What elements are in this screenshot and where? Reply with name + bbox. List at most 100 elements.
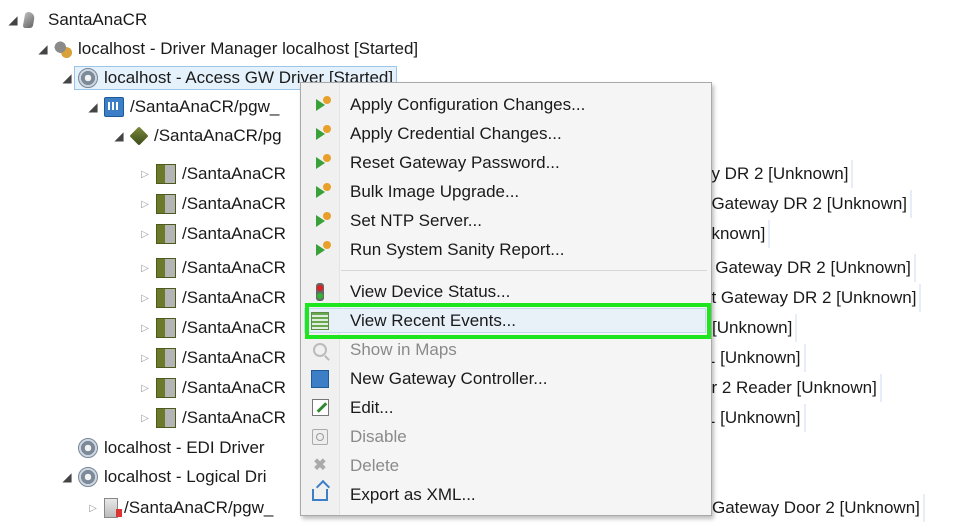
tree-node-label: /SantaAnaCR <box>182 348 286 367</box>
tree-node-label-tail: Gateway Door 2 [Unknown] <box>712 494 925 522</box>
annotation-highlight-box <box>305 303 711 339</box>
tree-node-reader[interactable]: ▷ /SantaAnaCR <box>138 160 286 188</box>
tree-node-label: SantaAnaCR <box>48 10 148 29</box>
context-menu: Apply Configuration Changes... Apply Cre… <box>300 82 712 516</box>
tree-node-logical-driver[interactable]: ◢ localhost - Logical Dri <box>60 463 267 491</box>
tree-node-label-tail: ut Gateway DR 2 [Unknown] <box>702 284 922 312</box>
reader-icon <box>156 258 176 278</box>
tree-node-label: /SantaAnaCR <box>182 318 286 337</box>
collapsed-arrow-icon[interactable]: ▷ <box>138 383 152 394</box>
tree-node-label: /SantaAnaCR <box>182 164 286 183</box>
collapsed-arrow-icon[interactable]: ▷ <box>138 229 152 240</box>
gear-driver-icon <box>78 467 98 487</box>
menu-item-label: Apply Credential Changes... <box>350 123 562 143</box>
tree-node-reader[interactable]: ▷ /SantaAnaCR <box>138 404 286 432</box>
collapsed-arrow-icon[interactable]: ▷ <box>138 323 152 334</box>
expanded-arrow-icon[interactable]: ◢ <box>36 42 50 56</box>
menu-item-label: Edit... <box>350 397 394 417</box>
door-icon <box>104 498 122 518</box>
driver-manager-icon <box>54 40 72 58</box>
tree-node-edi-driver[interactable]: localhost - EDI Driver <box>78 434 265 462</box>
expanded-arrow-icon[interactable]: ◢ <box>112 129 126 143</box>
tree-node-label-tail: [Unknown] <box>712 314 798 342</box>
gear-driver-icon <box>78 68 98 88</box>
apply-icon <box>315 211 331 227</box>
apply-icon <box>315 95 331 111</box>
gateway-icon <box>129 126 149 146</box>
magnifier-icon <box>313 342 327 357</box>
tree-node-label: /SantaAnaCR <box>182 194 286 213</box>
tree-node-reader[interactable]: ▷ /SantaAnaCR <box>138 190 286 218</box>
menu-item-new-gateway-controller[interactable]: New Gateway Controller... <box>301 365 709 392</box>
menu-item-label: Show in Maps <box>350 339 457 359</box>
tree-node-label: /SantaAnaCR/pgw_ <box>124 498 274 517</box>
tree-node-label: /SantaAnaCR/pg <box>154 126 282 145</box>
export-icon <box>312 488 328 501</box>
tree-node-reader[interactable]: ▷ /SantaAnaCR <box>138 374 286 402</box>
reader-icon <box>156 288 176 308</box>
gear-driver-icon <box>78 438 98 458</box>
collapsed-arrow-icon[interactable]: ▷ <box>138 293 152 304</box>
apply-icon <box>315 153 331 169</box>
tree-node-label: localhost - Driver Manager localhost [St… <box>78 39 419 58</box>
menu-item-apply-configuration[interactable]: Apply Configuration Changes... <box>301 91 709 118</box>
controller-icon <box>311 369 329 388</box>
delete-icon: ✖ <box>313 456 327 474</box>
apply-icon <box>315 182 331 198</box>
menu-item-label: View Device Status... <box>350 281 511 301</box>
tree-node-label: /SantaAnaCR <box>182 378 286 397</box>
tree-node-reader[interactable]: ▷ /SantaAnaCR <box>138 284 286 312</box>
tree-node-label: /SantaAnaCR <box>182 258 286 277</box>
menu-item-label: Set NTP Server... <box>350 210 482 230</box>
collapsed-arrow-icon[interactable]: ▷ <box>138 413 152 424</box>
menu-item-apply-credential[interactable]: Apply Credential Changes... <box>301 120 709 147</box>
tree-node-door[interactable]: ▷ /SantaAnaCR/pgw_ <box>86 494 273 522</box>
tree-node-label-tail: or 2 Reader [Unknown] <box>702 374 882 402</box>
menu-item-edit[interactable]: Edit... <box>301 394 709 421</box>
collapsed-arrow-icon[interactable]: ▷ <box>138 353 152 364</box>
reader-icon <box>156 224 176 244</box>
tree-node-label: /SantaAnaCR/pgw_ <box>130 97 280 116</box>
tree-node-controller[interactable]: ◢ /SantaAnaCR/pgw_ <box>86 93 279 121</box>
tree-node-label-tail: ay DR 2 [Unknown] <box>702 160 854 188</box>
menu-item-label: New Gateway Controller... <box>350 368 548 388</box>
tree-node-label: /SantaAnaCR <box>182 288 286 307</box>
tree-node-root[interactable]: ◢ SantaAnaCR <box>6 6 147 34</box>
reader-icon <box>156 164 176 184</box>
tree-node-label: /SantaAnaCR <box>182 408 286 427</box>
menu-item-label: Delete <box>350 455 400 475</box>
menu-item-run-sanity-report[interactable]: Run System Sanity Report... <box>301 236 709 263</box>
collapsed-arrow-icon[interactable]: ▷ <box>138 263 152 274</box>
menu-item-view-device-status[interactable]: View Device Status... <box>301 278 709 305</box>
tree-node-label-tail: k Gateway DR 2 [Unknown] <box>702 254 916 282</box>
reader-icon <box>156 318 176 338</box>
edit-icon <box>311 399 329 416</box>
menu-item-disable: Disable <box>301 423 709 450</box>
menu-item-bulk-image-upgrade[interactable]: Bulk Image Upgrade... <box>301 178 709 205</box>
apply-icon <box>315 124 331 140</box>
tree-node-reader[interactable]: ▷ /SantaAnaCR <box>138 344 286 372</box>
expanded-arrow-icon[interactable]: ◢ <box>86 100 100 114</box>
collapsed-arrow-icon[interactable]: ▷ <box>138 199 152 210</box>
tree-node-label-tail: nknown] <box>702 220 771 248</box>
collapsed-arrow-icon[interactable]: ▷ <box>86 503 100 514</box>
reader-icon <box>156 378 176 398</box>
tree-node-label: localhost - Logical Dri <box>104 467 267 486</box>
reader-icon <box>156 194 176 214</box>
expanded-arrow-icon[interactable]: ◢ <box>6 13 20 27</box>
menu-item-export-xml[interactable]: Export as XML... <box>301 481 709 508</box>
tree-node-reader[interactable]: ▷ /SantaAnaCR <box>138 254 286 282</box>
tree-node-reader[interactable]: ▷ /SantaAnaCR <box>138 220 286 248</box>
menu-item-label: Apply Configuration Changes... <box>350 94 586 114</box>
tree-node-gateway[interactable]: ◢ /SantaAnaCR/pg <box>112 122 282 150</box>
expanded-arrow-icon[interactable]: ◢ <box>60 470 74 484</box>
collapsed-arrow-icon[interactable]: ▷ <box>138 169 152 180</box>
apply-icon <box>315 240 331 256</box>
menu-item-reset-gateway-password[interactable]: Reset Gateway Password... <box>301 149 709 176</box>
tree-node-reader[interactable]: ▷ /SantaAnaCR <box>138 314 286 342</box>
expanded-arrow-icon[interactable]: ◢ <box>60 71 74 85</box>
tree-node-driver-manager[interactable]: ◢ localhost - Driver Manager localhost [… <box>36 35 418 63</box>
menu-item-set-ntp-server[interactable]: Set NTP Server... <box>301 207 709 234</box>
menu-item-label: Disable <box>350 426 407 446</box>
tree-node-label: /SantaAnaCR <box>182 224 286 243</box>
